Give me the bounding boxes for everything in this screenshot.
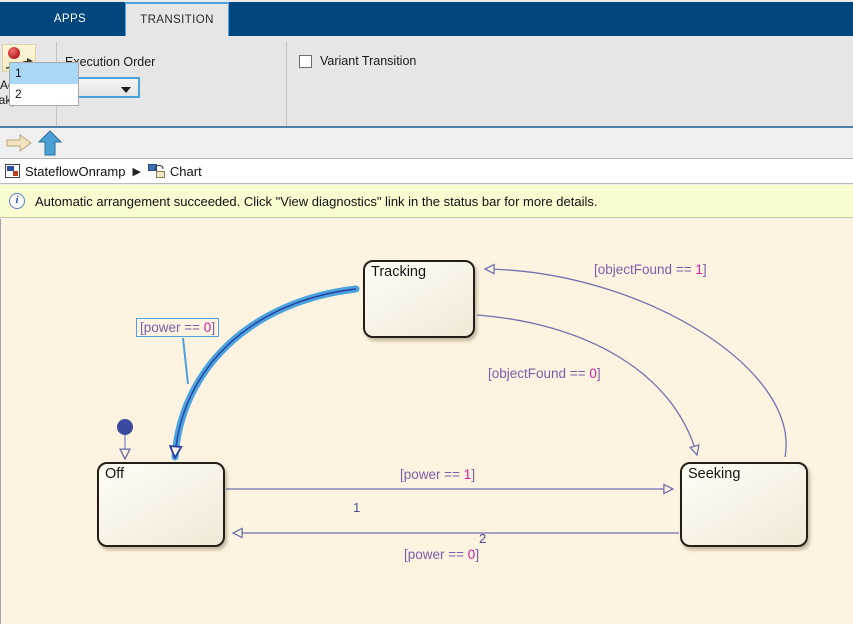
breadcrumb-separator: ▶ [132,165,141,178]
transition-seeking-to-tracking [485,269,787,458]
navigation-toolbar [0,128,853,158]
stateflow-chart-icon [147,164,165,178]
ribbon-tab-strip: APPS TRANSITION [0,0,853,36]
transition-label-tracking-to-seeking[interactable]: [objectFound == 0] [488,366,601,381]
tl-pre-5: [power == [404,547,468,562]
transition-label-connector [182,337,189,385]
tab-transition[interactable]: TRANSITION [125,2,229,36]
ribbon-group-execution-order: Execution Order 1 [57,36,285,120]
tl-pre-2: [objectFound == [594,262,696,277]
tl-pre-4: [power == [400,467,464,482]
ribbon-group-variant: Variant Transition [287,36,425,120]
breadcrumb: StateflowOnramp ▶ Chart [0,158,853,184]
tl-post-5: ] [475,547,480,562]
execution-order-option-2[interactable]: 2 [10,84,78,105]
state-seeking-label: Seeking [688,466,741,482]
chevron-down-icon[interactable] [121,87,131,93]
tl-pre-1: [power == [140,320,204,335]
transition-label-seeking-to-tracking[interactable]: [objectFound == 1] [594,262,707,277]
forward-arrow-icon[interactable] [6,134,32,152]
execution-order-option-1[interactable]: 1 [10,63,78,84]
order-number-tracking-in[interactable]: 1 [353,500,360,515]
notification-bar: i Automatic arrangement succeeded. Click… [0,185,853,218]
variant-transition-checkbox-row[interactable]: Variant Transition [299,54,416,68]
tl-num-3: 0 [589,366,597,381]
tl-post-1: ] [211,320,216,335]
breadcrumb-model[interactable]: StateflowOnramp [25,164,125,179]
state-tracking[interactable]: Tracking [363,260,475,338]
state-off-label: Off [105,466,125,482]
tl-post-2: ] [702,262,707,277]
stateflow-editor-window: APPS TRANSITION Add eakpoint Execution O… [0,0,853,624]
transition-label-seeking-to-off[interactable]: [power == 0] [404,547,479,562]
tl-pre-3: [objectFound == [488,366,590,381]
notification-message: Automatic arrangement succeeded. Click "… [35,193,598,209]
tl-post-4: ] [471,467,476,482]
up-arrow-icon[interactable] [38,130,62,156]
simulink-model-icon [5,164,20,178]
state-tracking-label: Tracking [371,264,427,280]
state-off[interactable]: Off [97,462,225,547]
tab-apps[interactable]: APPS [24,2,116,36]
tl-post-3: ] [596,366,601,381]
breadcrumb-chart[interactable]: Chart [170,164,202,179]
transition-tracking-to-off-highlight [171,285,360,461]
order-number-tracking-out[interactable]: 2 [479,531,486,546]
execution-order-dropdown-list[interactable]: 1 2 [9,62,79,106]
info-icon: i [9,193,25,209]
state-seeking[interactable]: Seeking [680,462,808,547]
transition-label-tracking-to-off[interactable]: [power == 0] [136,318,220,337]
ribbon-toolbar: Add eakpoint Execution Order 1 Variant T… [0,36,853,160]
transition-tracking-to-seeking [476,314,697,455]
variant-transition-label: Variant Transition [320,54,417,68]
tl-num-2: 1 [695,262,703,277]
default-transition-marker [117,419,133,435]
stateflow-chart-canvas[interactable]: Tracking Off Seeking 1 2 2 1 [0,219,853,624]
variant-transition-checkbox[interactable] [299,54,312,68]
transition-label-off-to-seeking[interactable]: [power == 1] [400,467,475,482]
